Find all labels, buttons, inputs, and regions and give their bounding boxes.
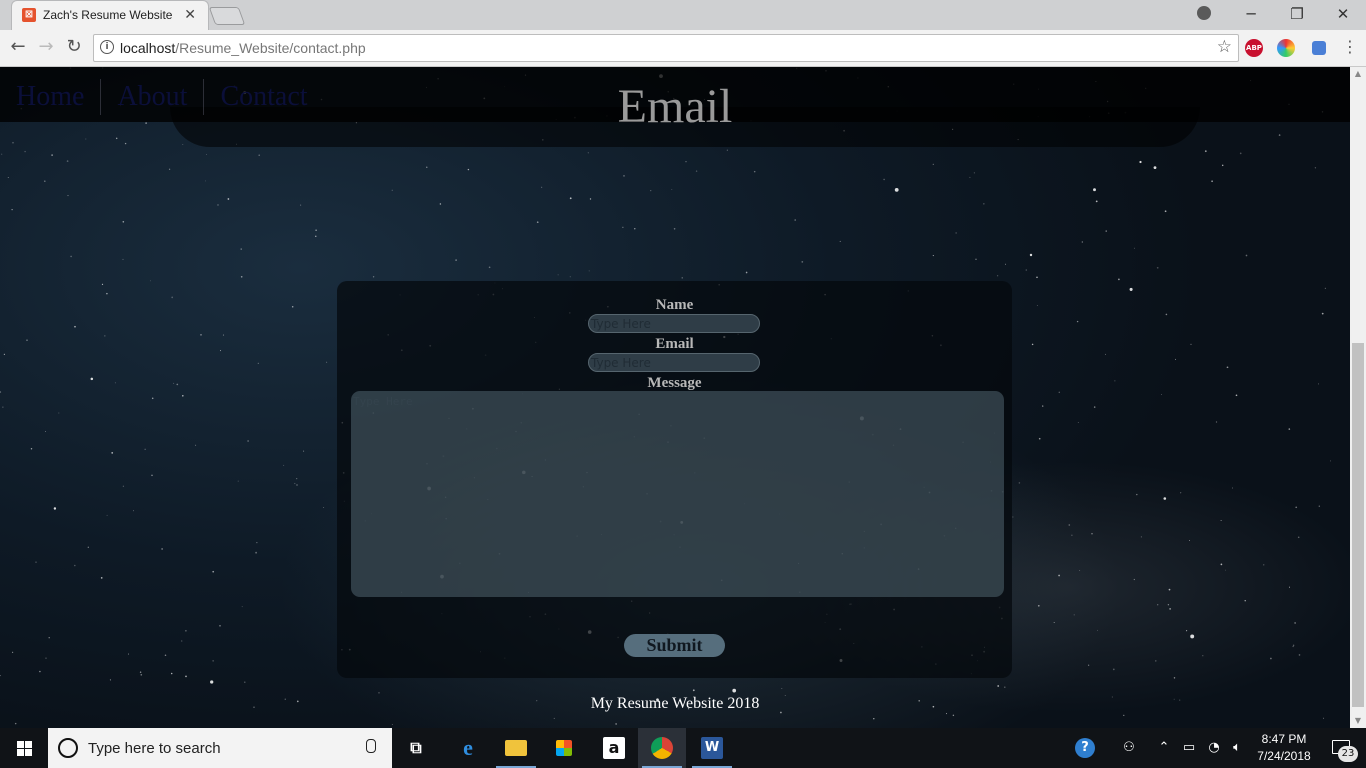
page-title: Email xyxy=(617,80,733,133)
browser-tab[interactable]: ⊠ Zach's Resume Website ✕ xyxy=(12,1,208,30)
close-window-button[interactable]: ✕ xyxy=(1320,0,1366,30)
volume-muted-icon[interactable]: 🔈︎ xyxy=(1226,728,1248,768)
minimize-button[interactable]: ─ xyxy=(1228,0,1274,30)
page-viewport: Home About Contact Email Name Email Mess… xyxy=(0,67,1350,728)
word-icon: W xyxy=(701,737,723,759)
tab-title: Zach's Resume Website xyxy=(43,8,173,22)
folder-icon xyxy=(505,740,527,756)
chrome-taskbar-button[interactable] xyxy=(638,728,686,768)
action-center-button[interactable]: 23 xyxy=(1322,728,1366,768)
browser-tab-bar: ⊠ Zach's Resume Website ✕ ─ ❐ ✕ xyxy=(0,0,1366,30)
clock-time: 8:47 PM xyxy=(1261,732,1307,746)
url-text[interactable]: localhost/Resume_Website/contact.php xyxy=(120,40,366,56)
contact-form: Name Email Message Submit xyxy=(337,281,1012,678)
reload-icon[interactable]: ↻ xyxy=(63,36,85,58)
word-taskbar-button[interactable]: W xyxy=(688,728,736,768)
task-view-button[interactable]: ⧉ xyxy=(392,728,440,768)
email-input[interactable] xyxy=(588,353,760,372)
wifi-icon[interactable]: ◔ xyxy=(1203,728,1225,768)
help-icon[interactable]: ? xyxy=(1072,728,1098,768)
file-explorer-taskbar-button[interactable] xyxy=(492,728,540,768)
store-icon xyxy=(556,740,572,756)
search-placeholder: Type here to search xyxy=(88,740,221,757)
chrome-icon xyxy=(651,737,673,759)
start-button[interactable] xyxy=(0,728,48,768)
scroll-thumb[interactable] xyxy=(1352,343,1364,707)
message-textarea[interactable] xyxy=(351,391,1004,597)
forward-arrow-icon[interactable]: → xyxy=(35,36,57,58)
profile-icon[interactable] xyxy=(1197,6,1211,20)
pencil-extension-icon[interactable] xyxy=(1312,41,1326,55)
store-taskbar-button[interactable] xyxy=(540,728,588,768)
clock-date: 7/24/2018 xyxy=(1257,749,1311,763)
battery-icon[interactable]: ▭ xyxy=(1178,728,1200,768)
scroll-down-arrow-icon[interactable]: ▼ xyxy=(1350,714,1366,728)
task-view-icon: ⧉ xyxy=(410,738,422,757)
cortana-icon xyxy=(58,738,78,758)
colorzilla-icon[interactable] xyxy=(1277,39,1295,57)
xampp-icon: ⊠ xyxy=(22,8,36,22)
show-hidden-icons-chevron-icon[interactable]: ⌃ xyxy=(1154,728,1174,768)
scroll-up-arrow-icon[interactable]: ▲ xyxy=(1350,67,1366,81)
browser-toolbar: ← → ↻ i localhost/Resume_Website/contact… xyxy=(0,30,1366,67)
microphone-icon[interactable] xyxy=(366,739,376,753)
message-label: Message xyxy=(647,375,702,391)
page-scrollbar[interactable]: ▲ ▼ xyxy=(1350,67,1366,728)
windows-logo-icon xyxy=(17,741,32,756)
email-label: Email xyxy=(655,336,694,352)
name-label: Name xyxy=(655,297,694,313)
tab-close-icon[interactable]: ✕ xyxy=(184,6,196,23)
amazon-icon: a xyxy=(603,737,625,759)
site-footer: My Resume Website 2018 xyxy=(590,695,760,712)
amazon-taskbar-button[interactable]: a xyxy=(590,728,638,768)
bookmark-star-icon[interactable]: ☆ xyxy=(1217,37,1232,57)
people-icon[interactable]: ⚇ xyxy=(1118,728,1140,768)
chrome-menu-icon[interactable]: ⋮ xyxy=(1342,38,1358,56)
submit-button[interactable]: Submit xyxy=(624,634,725,657)
edge-taskbar-button[interactable]: e xyxy=(444,728,492,768)
edge-icon: e xyxy=(463,735,473,760)
taskbar-search-box[interactable]: Type here to search xyxy=(48,728,392,768)
restore-button[interactable]: ❐ xyxy=(1274,0,1320,30)
info-icon[interactable]: i xyxy=(100,40,114,54)
back-arrow-icon[interactable]: ← xyxy=(7,36,29,58)
windows-taskbar: Type here to search ⧉ e a W ? ⚇ ⌃ ▭ ◔ 🔈︎… xyxy=(0,728,1366,768)
taskbar-clock[interactable]: 8:47 PM 7/24/2018 xyxy=(1248,731,1320,765)
new-tab-button[interactable] xyxy=(208,7,246,25)
address-bar[interactable]: i localhost/Resume_Website/contact.php ☆ xyxy=(93,34,1239,62)
abp-icon[interactable]: ABP xyxy=(1245,39,1263,57)
notification-count-badge: 23 xyxy=(1338,746,1358,762)
name-input[interactable] xyxy=(588,314,760,333)
